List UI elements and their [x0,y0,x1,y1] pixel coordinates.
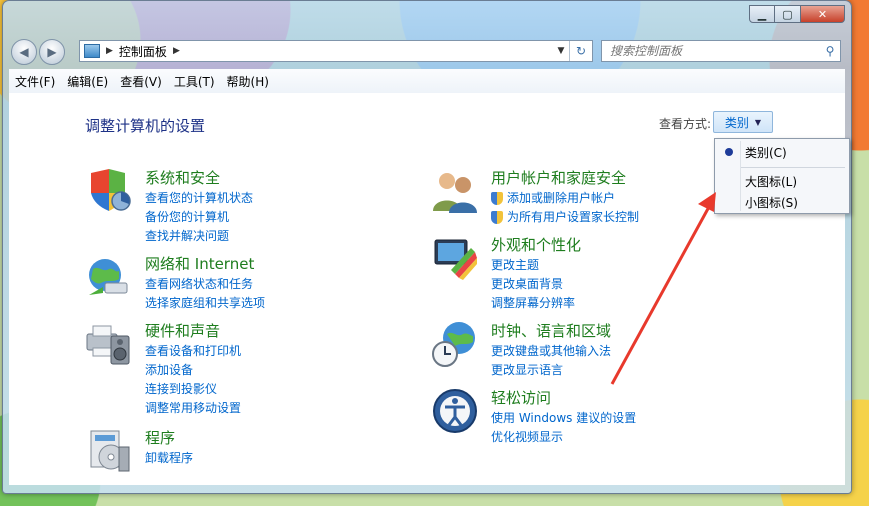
view-by-menu: 类别(C) 大图标(L) 小图标(S) [714,138,850,214]
control-panel-icon [84,44,100,58]
clock-globe-icon [432,322,475,367]
appearance-icon [434,239,477,280]
address-dropdown-icon[interactable]: ▼ [553,46,569,56]
page-title: 调整计算机的设置 [85,117,206,135]
maximize-icon: ▢ [782,7,793,21]
maximize-button[interactable]: ▢ [775,5,801,23]
link-optimize-video[interactable]: 优化视频显示 [491,428,636,447]
forward-arrow-icon: ▶ [47,45,57,59]
radio-selected-icon [725,148,733,156]
ease-of-access-icon [433,389,477,433]
control-panel-window: ▁ ▢ ✕ ◀ ▶ ▶ 控制面板 ▶ ▼ ↻ ⚲ 文件(F) 编辑(E) 查看(… [2,0,852,494]
search-icon[interactable]: ⚲ [820,44,840,58]
category-heading[interactable]: 系统和安全 [145,167,220,188]
view-by-dropdown[interactable]: 类别 ▼ [713,111,773,133]
uac-shield-icon [491,211,503,224]
link-network-status[interactable]: 查看网络状态和任务 [145,275,265,294]
printer-speaker-icon [86,325,130,365]
category-heading[interactable]: 硬件和声音 [145,320,220,341]
refresh-button[interactable]: ↻ [569,41,592,61]
refresh-icon: ↻ [575,44,587,58]
breadcrumb-arrow-icon[interactable]: ▶ [106,46,113,56]
menu-item-label: 大图标(L) [745,174,798,189]
link-screen-resolution[interactable]: 调整屏幕分辨率 [491,294,575,313]
globe-network-icon [89,259,128,295]
search-box[interactable]: ⚲ [601,40,841,62]
breadcrumb-control-panel[interactable]: 控制面板 [119,43,167,60]
caption-buttons: ▁ ▢ ✕ [749,5,845,23]
link-label: 添加或删除用户帐户 [507,191,616,205]
search-input[interactable] [602,43,820,59]
view-by-value: 类别 [724,115,749,130]
view-by-label: 查看方式: [659,117,712,131]
link-desktop-background[interactable]: 更改桌面背景 [491,275,575,294]
back-arrow-icon: ◀ [19,45,29,59]
users-icon [433,173,477,213]
category-heading[interactable]: 外观和个性化 [491,234,581,255]
category-heading[interactable]: 时钟、语言和区域 [491,320,611,341]
link-devices-printers[interactable]: 查看设备和打印机 [145,342,241,361]
link-change-theme[interactable]: 更改主题 [491,256,575,275]
shield-icon [91,169,131,211]
menu-edit[interactable]: 编辑(E) [61,73,114,90]
link-label: 为所有用户设置家长控制 [507,210,640,224]
menu-item-label: 小图标(S) [745,195,798,210]
forward-button[interactable]: ▶ [39,39,65,65]
close-icon: ✕ [817,7,828,21]
menu-item-large-icons[interactable]: 大图标(L) [715,170,849,192]
menu-bar: 文件(F) 编辑(E) 查看(V) 工具(T) 帮助(H) [9,69,845,94]
link-add-remove-accounts[interactable]: 添加或删除用户帐户 [491,189,639,208]
breadcrumb-arrow-icon[interactable]: ▶ [173,46,180,56]
menu-tools[interactable]: 工具(T) [168,73,221,90]
minimize-icon: ▁ [757,7,767,21]
link-check-status[interactable]: 查看您的计算机状态 [145,189,253,208]
close-button[interactable]: ✕ [801,5,845,23]
menu-file[interactable]: 文件(F) [9,73,61,90]
link-mobility[interactable]: 调整常用移动设置 [145,399,241,418]
category-heading[interactable]: 网络和 Internet [145,253,254,274]
menu-view[interactable]: 查看(V) [114,73,168,90]
link-projector[interactable]: 连接到投影仪 [145,380,241,399]
category-heading[interactable]: 轻松访问 [491,387,551,408]
programs-icon [90,430,130,472]
nav-buttons: ◀ ▶ [11,39,67,65]
link-keyboard-input[interactable]: 更改键盘或其他输入法 [491,342,611,361]
link-add-device[interactable]: 添加设备 [145,361,241,380]
menu-separator [741,167,845,168]
link-troubleshoot[interactable]: 查找并解决问题 [145,227,253,246]
link-backup[interactable]: 备份您的计算机 [145,208,253,227]
category-heading[interactable]: 用户帐户和家庭安全 [491,167,626,188]
menu-item-label: 类别(C) [745,145,787,160]
link-display-language[interactable]: 更改显示语言 [491,361,611,380]
link-homegroup[interactable]: 选择家庭组和共享选项 [145,294,265,313]
link-recommended-settings[interactable]: 使用 Windows 建议的设置 [491,409,636,428]
link-parental-controls[interactable]: 为所有用户设置家长控制 [491,208,639,227]
back-button[interactable]: ◀ [11,39,37,65]
menu-help[interactable]: 帮助(H) [221,73,275,90]
category-heading[interactable]: 程序 [145,427,175,448]
chevron-down-icon: ▼ [754,117,762,127]
address-bar[interactable]: ▶ 控制面板 ▶ ▼ ↻ [79,40,593,62]
uac-shield-icon [491,192,503,205]
menu-item-small-icons[interactable]: 小图标(S) [715,191,849,213]
minimize-button[interactable]: ▁ [749,5,775,23]
link-uninstall[interactable]: 卸载程序 [145,449,193,468]
menu-item-category[interactable]: 类别(C) [715,141,849,163]
